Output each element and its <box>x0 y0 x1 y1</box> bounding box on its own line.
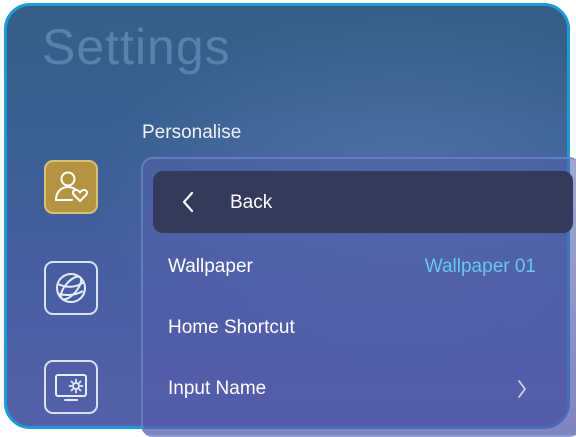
page-title: Settings <box>42 19 231 75</box>
sidebar-item-network[interactable] <box>44 261 98 315</box>
wallpaper-value: Wallpaper 01 <box>424 256 536 277</box>
chevron-left-icon <box>182 191 194 213</box>
section-title: Personalise <box>142 122 242 143</box>
monitor-gear-icon <box>55 374 87 401</box>
sidebar-item-system[interactable] <box>44 360 98 414</box>
back-button[interactable] <box>153 171 573 233</box>
globe-icon <box>56 273 86 303</box>
home-shortcut-option[interactable]: Home Shortcut <box>168 317 295 339</box>
input-name-option[interactable]: Input Name <box>168 378 266 400</box>
user-heart-icon <box>55 171 89 202</box>
wallpaper-option[interactable]: Wallpaper <box>168 256 253 278</box>
sidebar-item-personalise[interactable] <box>44 160 98 214</box>
chevron-right-icon <box>518 380 526 398</box>
back-label: Back <box>230 192 273 213</box>
